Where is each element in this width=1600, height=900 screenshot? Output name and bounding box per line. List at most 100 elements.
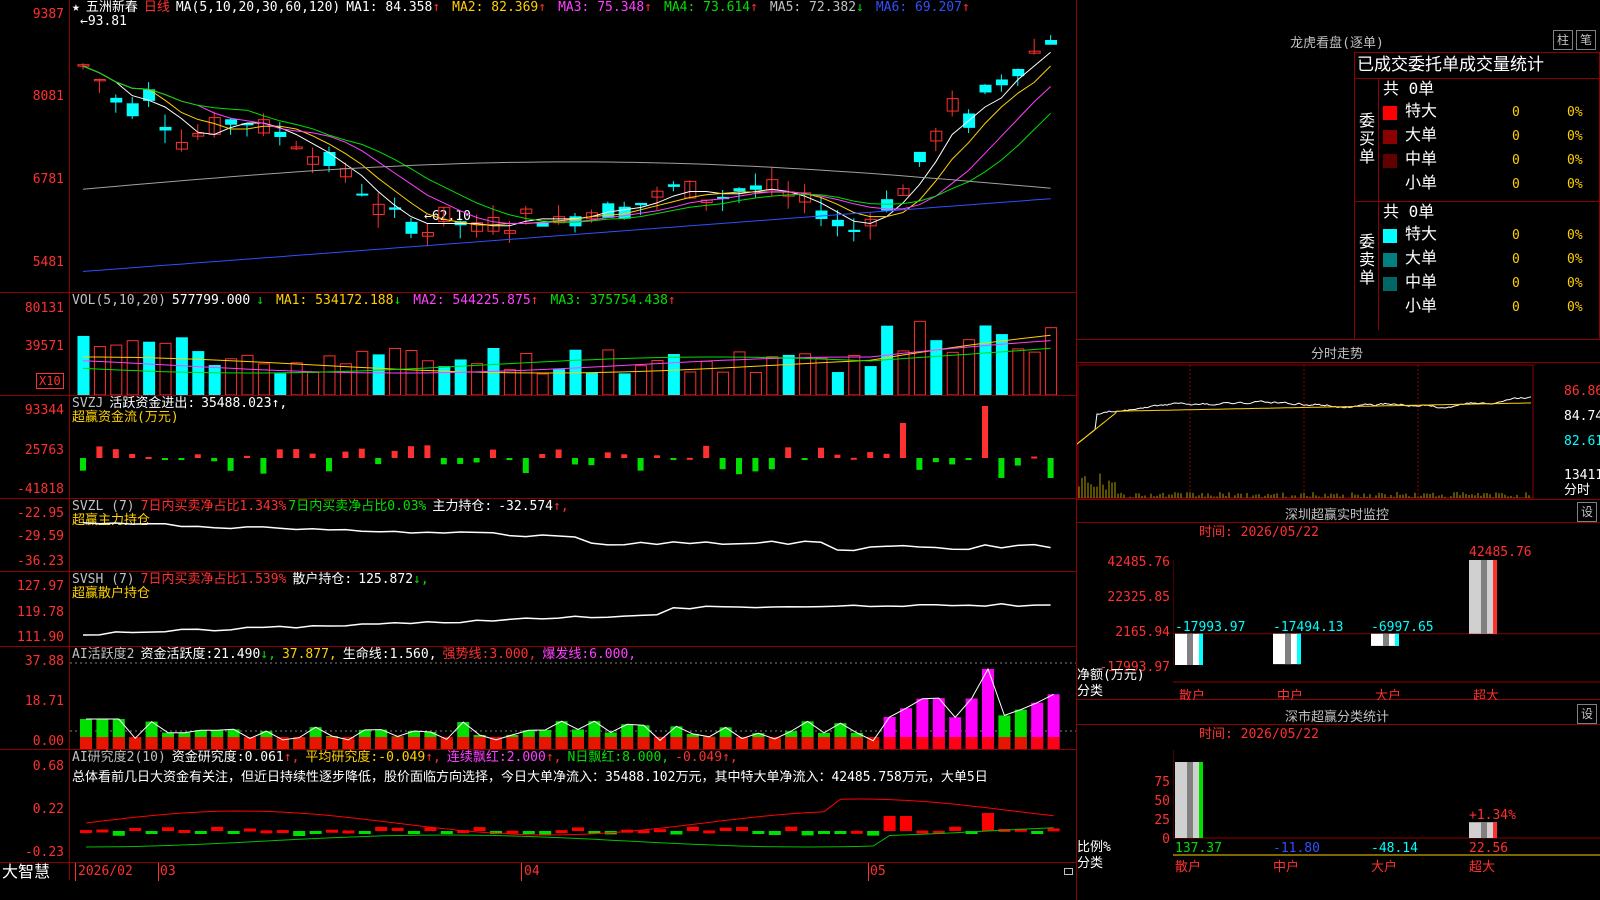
candlestick [274,131,287,137]
life-bar [539,737,552,749]
order-pct: 0% [1567,177,1583,192]
life-bar [96,737,109,749]
svzl-chart[interactable] [70,515,1076,571]
svzl-main-value: -32.574 [498,499,554,514]
volume-bar [274,373,287,395]
bar-stripe [1187,762,1193,838]
main-position-line [82,522,1051,552]
research-bar [1031,831,1044,834]
svzl-ytick: -36.23 [17,554,64,569]
favorite-star-icon[interactable]: ★ [72,0,80,15]
monitor-chart: -17993.97 散户 -17494.13 中户 -6997.65 大户 42485.76… [1173,545,1600,700]
life-bar [850,737,863,749]
order-size-label: 特大 [1405,101,1438,120]
ai-res-ytick: 0.22 [32,802,64,817]
research-bar [539,831,552,835]
volume-panel[interactable]: VOL(5,10,20) 577799.000 ↓ MA1: 534172.188↓ M… [0,293,1077,396]
life-bar [998,737,1011,749]
life-bar [194,737,207,749]
monitor-bar [1371,633,1399,646]
ma-value-3: MA3: 75.348↑ [558,0,652,15]
flow-bar [96,446,103,458]
flow-bar [932,458,939,463]
volume-bar [684,371,697,395]
bar-view-button[interactable]: 柱 [1553,30,1573,50]
price-panel[interactable]: ★ 五洲新春 日线 MA(5,10,20,30,60,120) MA1: 84.358↑… [0,0,1077,293]
category-label: 超大 [1469,860,1495,875]
candlestick [667,184,680,187]
ai-act-header: AI活跃度2 [72,647,135,662]
candlestick [913,151,926,163]
research-bar [342,830,355,834]
volume-bar [635,365,648,395]
tick-view-button[interactable]: 笔 [1576,30,1596,50]
intraday-frame [1077,364,1534,499]
research-bar [276,830,289,834]
order-size-label: 中单 [1405,272,1438,291]
svsh-ytick: 127.97 [17,579,64,594]
legend-swatch [1383,106,1397,120]
research-bar [391,827,404,831]
lhb-tabs-text[interactable]: 已成交委托单成交量统计 [1357,55,1544,75]
monitor-bar [1469,560,1497,634]
flow-bar [654,455,660,458]
volume-bar [208,365,221,395]
classify-axis-label: 比例% [1077,840,1111,855]
ai-research-panel[interactable]: AI研究度2(10) 资金研究度:0.061↑, 平均研究度:-0.049↑, 连续飘… [0,750,1077,863]
vol-ma-values: MA1: 534172.188↓ MA2: 544225.875↑ MA3: 375… [276,293,688,308]
legend-swatch [1383,229,1397,243]
research-bar [572,827,584,831]
svzl-green-text: 7日内买卖净占比0.03% [288,499,427,514]
volume-bar [864,366,877,395]
classify-settings-button[interactable]: 设 [1577,704,1597,724]
svzl-panel[interactable]: SVZL (7) 7日内买卖净占比1.343% 7日内买卖净占比0.03% 主力持仓:… [0,499,1077,572]
classify-axis-label: 分类 [1077,856,1104,871]
volume-bar [585,372,598,395]
flow-bar [457,458,464,464]
vol-unit-badge: X10 [36,373,64,389]
bar-stripe [1383,633,1389,646]
ma-line [82,65,1051,226]
legend-swatch [1383,253,1397,267]
order-count: 0 [1512,105,1520,120]
flow-bar [834,454,841,458]
intraday-chart[interactable] [1077,364,1561,499]
ma-value-2: MA2: 544225.875↑ [413,293,539,308]
date-tick-label: 2026/02 [78,864,133,879]
period-label[interactable]: 日线 [144,0,170,15]
svsh-chart[interactable] [70,586,1076,646]
flow-bar [211,458,218,462]
flow-bar [326,458,332,472]
volume-bar [881,325,894,395]
ai-research-chart[interactable] [70,786,1076,862]
monitor-time: 时间: 2026/05/22 [1199,525,1319,540]
svsh-panel[interactable]: SVSH (7) 7日内买卖净占比1.539% 散户持仓: 125.872↓, 超赢散… [0,572,1077,647]
bar-edge [1493,560,1497,634]
flow-bar [785,447,792,458]
svzj-panel[interactable]: SVZJ 活跃资金进出: 35488.023↑, 超赢资金流(万元) 93344 2… [0,396,1077,499]
flow-bar [736,458,742,475]
candlestick-chart[interactable] [70,18,1076,292]
monitor-axis-label: 净额(万元) [1077,668,1145,683]
life-bar [211,737,224,749]
monitor-settings-button[interactable]: 设 [1577,502,1597,522]
order-pct: 0% [1567,153,1583,168]
order-count: 0 [1512,153,1520,168]
svzj-chart[interactable] [70,406,1076,498]
intraday-panel[interactable]: 分时走势 86.86 84.74 82.61 13411 分时 [1077,340,1600,500]
research-bar [260,830,273,834]
flow-bar [982,406,988,458]
life-bar [834,737,847,749]
lock-icon[interactable] [1064,868,1073,875]
life-bar [916,737,929,749]
research-bar [654,829,666,833]
monitor-axis-label: 分类 [1077,684,1104,699]
ma-line [82,65,1051,223]
ai-activity-chart[interactable] [70,661,1076,749]
ai-activity-panel[interactable]: AI活跃度2 资金活跃度:21.490↓, 37.877, 生命线:1.560, 强势线… [0,647,1077,750]
sell-total: 共 0单 [1383,202,1435,221]
lhb-panel: 龙虎看盘(逐单) 柱 笔 已成交委托单成交量统计 委买单 共 0单 特大 0 0% 大… [1077,0,1600,340]
ma-line [82,161,1051,190]
flow-bar [145,457,152,460]
volume-chart[interactable] [70,309,1076,395]
